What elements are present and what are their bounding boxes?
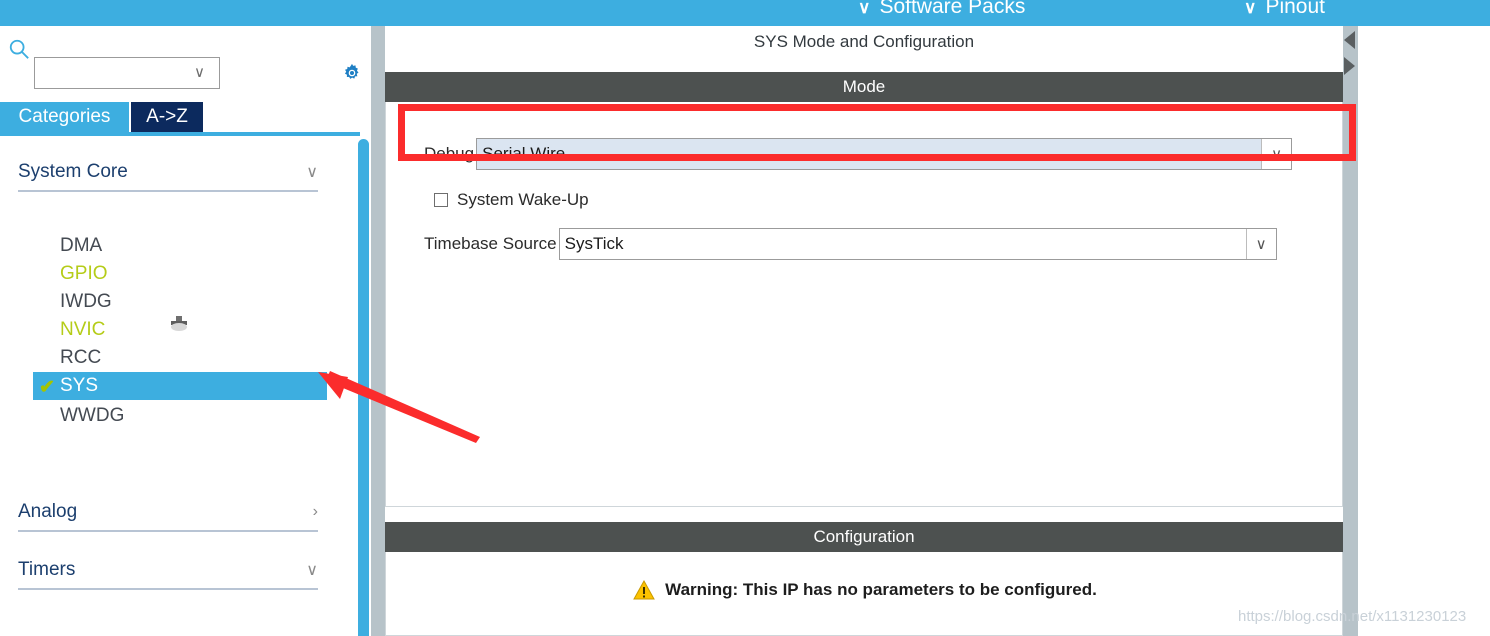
collapse-arrow-right-icon[interactable] (1344, 57, 1355, 75)
search-input[interactable] (40, 58, 190, 88)
mode-section-body: Debug Serial Wire ∨ System Wake-Up Timeb… (385, 102, 1343, 507)
chevron-right-icon: › (312, 503, 318, 520)
chevron-down-icon: ∨ (858, 0, 871, 17)
left-sidebar: ∨ Categories A->Z System Core ∨ DMA GPIO… (0, 26, 371, 636)
tree-item-gpio[interactable]: GPIO (33, 260, 327, 288)
tree-group-timers[interactable]: Timers ∨ (18, 552, 318, 590)
watermark: https://blog.csdn.net/x1131230123 (1238, 608, 1467, 625)
chevron-down-icon[interactable]: ∨ (1245, 229, 1276, 259)
component-tree: System Core ∨ DMA GPIO IWDG NVIC RCC ✔ S… (0, 136, 349, 636)
sidebar-scrollbar-thumb[interactable] (358, 139, 369, 636)
tree-item-sys[interactable]: ✔ SYS (33, 372, 327, 400)
main-panel: SYS Mode and Configuration Mode Debug Se… (385, 26, 1490, 636)
tree-item-sys-label: SYS (60, 375, 99, 396)
tree-item-wwdg[interactable]: WWDG (33, 402, 327, 430)
tree-item-nvic-label: NVIC (60, 319, 106, 340)
menu-pinout[interactable]: ∨ Pinout (1244, 0, 1325, 19)
tree-item-dma[interactable]: DMA (33, 232, 327, 260)
tree-group-analog-label: Analog (18, 501, 78, 522)
configuration-section-header: Configuration (385, 522, 1343, 552)
top-menu-bar: ∨ Software Packs ∨ Pinout (0, 0, 1490, 26)
menu-software-packs-label: Software Packs (879, 0, 1026, 18)
search-icon[interactable] (8, 38, 30, 60)
tree-item-dma-label: DMA (60, 235, 103, 256)
timebase-select-value: SysTick (564, 234, 624, 253)
tab-categories[interactable]: Categories (0, 102, 129, 132)
tree-group-timers-label: Timers (18, 559, 76, 580)
warning-row: Warning: This IP has no parameters to be… (386, 580, 1344, 600)
tree-item-rcc[interactable]: RCC (33, 344, 327, 372)
system-wakeup-row[interactable]: System Wake-Up (434, 190, 589, 210)
tree-group-analog[interactable]: Analog › (18, 494, 318, 532)
tree-item-wwdg-label: WWDG (60, 405, 125, 426)
mode-section-header-label: Mode (842, 77, 886, 96)
timebase-select[interactable]: SysTick ∨ (558, 228, 1277, 260)
configuration-section-body: Warning: This IP has no parameters to be… (385, 552, 1343, 636)
app-root: ∨ Software Packs ∨ Pinout ∨ Categories A… (0, 0, 1490, 636)
chevron-down-icon[interactable]: ∨ (194, 65, 205, 80)
tab-a-to-z[interactable]: A->Z (131, 102, 203, 132)
search-row: ∨ (0, 26, 360, 89)
tree-item-gpio-label: GPIO (60, 263, 108, 284)
page-title: SYS Mode and Configuration (385, 26, 1343, 58)
tree-item-rcc-label: RCC (60, 347, 102, 368)
warning-text: Warning: This IP has no parameters to be… (665, 580, 1097, 599)
menu-pinout-label: Pinout (1265, 0, 1325, 18)
debug-row: Debug Serial Wire ∨ (424, 138, 1293, 170)
debug-select[interactable]: Serial Wire ∨ (476, 138, 1293, 170)
debug-label: Debug (424, 144, 475, 163)
system-wakeup-checkbox[interactable] (434, 193, 448, 207)
sidebar-gutter (371, 26, 385, 636)
chevron-down-icon[interactable]: ∨ (1261, 139, 1292, 169)
system-wakeup-label: System Wake-Up (457, 190, 589, 209)
debug-select-value: Serial Wire (482, 144, 566, 163)
tree-group-system-core-label: System Core (18, 161, 128, 182)
timebase-label: Timebase Source (424, 234, 557, 253)
right-collapse-strip (1343, 26, 1358, 636)
mode-section-header: Mode (385, 72, 1343, 102)
tree-group-system-core[interactable]: System Core ∨ (18, 154, 318, 192)
checkmark-icon: ✔ (39, 377, 55, 398)
tab-categories-label: Categories (18, 106, 111, 127)
chevron-down-icon: ∨ (306, 562, 318, 579)
tree-item-rtc[interactable]: RTC (33, 632, 327, 636)
sidebar-tabs: Categories A->Z (0, 102, 360, 132)
menu-software-packs[interactable]: ∨ Software Packs (858, 0, 1025, 19)
chevron-down-icon: ∨ (306, 164, 318, 181)
tree-item-iwdg[interactable]: IWDG (33, 288, 327, 316)
tree-item-iwdg-label: IWDG (60, 291, 112, 312)
tab-strip-filler (203, 102, 360, 132)
warning-triangle-icon (633, 580, 656, 600)
gear-icon[interactable] (341, 62, 363, 84)
configuration-section-header-label: Configuration (813, 527, 915, 546)
tab-a-to-z-label: A->Z (146, 106, 188, 127)
chevron-down-icon: ∨ (1244, 0, 1257, 17)
search-input-wrapper[interactable]: ∨ (34, 57, 220, 89)
tree-item-nvic[interactable]: NVIC (33, 316, 327, 344)
timebase-row: Timebase Source SysTick ∨ (424, 228, 1277, 260)
collapse-arrow-left-icon[interactable] (1344, 31, 1355, 49)
